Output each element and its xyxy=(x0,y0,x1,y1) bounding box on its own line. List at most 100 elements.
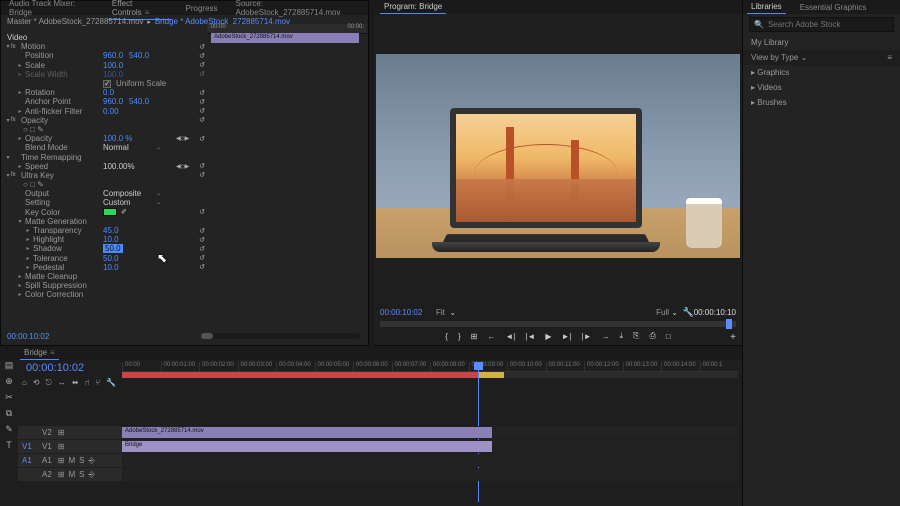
settings-icon[interactable]: 🔧 xyxy=(683,307,694,318)
track-header-v2[interactable]: V2⊞ xyxy=(18,426,122,439)
prop-scale-width: Scale Width xyxy=(23,70,68,79)
timeline-timecode[interactable]: 00:00:10:02 xyxy=(26,362,84,374)
link-icon[interactable]: ⎋ xyxy=(46,378,52,388)
key-color-swatch[interactable] xyxy=(103,208,117,216)
razor-tool-icon[interactable]: ✂ xyxy=(5,392,13,403)
search-input[interactable] xyxy=(768,20,889,29)
cat-brushes[interactable]: ▸ Brushes xyxy=(743,95,900,110)
position-x[interactable]: 960.0 xyxy=(103,51,123,60)
shadow-value[interactable]: 50.0 xyxy=(103,244,123,253)
mask-rect-icon[interactable]: □ xyxy=(30,125,35,134)
program-scrubber[interactable] xyxy=(380,321,736,327)
lift-button[interactable]: ⤓ xyxy=(620,331,624,341)
my-library-item[interactable]: My Library xyxy=(743,35,900,50)
export-frame-button[interactable]: ⎙ xyxy=(649,331,655,341)
marker-span-icon[interactable]: ↔ xyxy=(58,378,66,388)
blend-mode-dropdown[interactable]: Normal xyxy=(103,143,129,152)
program-duration: 00:00:10:10 xyxy=(694,308,736,317)
uniform-scale-checkbox[interactable] xyxy=(103,80,111,88)
mask-ellipse-icon[interactable]: ○ xyxy=(23,180,28,189)
tab-menu-icon[interactable]: ≡ xyxy=(145,8,150,17)
speed-value[interactable]: 100.00% xyxy=(103,162,135,171)
output-dropdown[interactable]: Composite xyxy=(103,189,141,198)
snap-icon[interactable]: ⟲ xyxy=(33,378,40,388)
tolerance-value[interactable]: 50.0 xyxy=(103,254,119,263)
track-toggle-output[interactable]: ⊞ xyxy=(58,442,65,451)
mask-rect-icon[interactable]: □ xyxy=(30,180,35,189)
button-editor-icon[interactable]: + xyxy=(730,332,736,343)
program-timecode[interactable]: 00:00:10:02 xyxy=(380,308,422,317)
clip-v2[interactable]: AdobeStock_272885714.mov xyxy=(122,427,492,438)
zoom-fit-dropdown[interactable]: Fit ⌄ xyxy=(436,308,456,317)
next-frame-button[interactable]: ►| xyxy=(562,332,572,341)
slip-tool-icon[interactable]: ⧉ xyxy=(6,408,12,419)
group-matte-cleanup[interactable]: Matte Cleanup xyxy=(23,272,77,281)
pedestal-value[interactable]: 10.0 xyxy=(103,263,119,272)
add-marker-button[interactable]: ⊞ xyxy=(471,332,478,341)
mark-out-button[interactable]: } xyxy=(458,332,461,341)
fx-ultra-key[interactable]: Ultra Key xyxy=(19,171,54,180)
step-fwd-button[interactable]: |► xyxy=(582,332,592,341)
selection-tool-icon[interactable]: ▤ xyxy=(5,360,14,371)
pen-tool-icon[interactable]: ✎ xyxy=(5,424,13,435)
mask-pen-icon[interactable]: ✎ xyxy=(37,125,44,134)
cat-graphics[interactable]: ▸ Graphics xyxy=(743,65,900,80)
track-select-tool-icon[interactable]: ⊕ xyxy=(5,376,13,387)
play-button[interactable]: ▶ xyxy=(545,332,551,341)
quality-dropdown[interactable]: Full ⌄ xyxy=(656,308,678,317)
reset-icon[interactable]: ↺ xyxy=(197,43,207,51)
nest-icon[interactable]: ⌂ xyxy=(22,378,27,388)
type-tool-icon[interactable]: T xyxy=(6,440,12,450)
extract-button[interactable]: ⎘ xyxy=(633,331,639,341)
overwrite-icon[interactable]: ⑂ xyxy=(95,378,100,388)
view-by-dropdown[interactable]: View by Type ⌄ xyxy=(751,53,807,62)
tab-progress[interactable]: Progress xyxy=(182,2,222,15)
rotation-value[interactable]: 0.0 xyxy=(103,88,114,97)
track-toggle-output[interactable]: ⊞ xyxy=(58,428,65,437)
track-header-v1[interactable]: V1V1⊞ xyxy=(18,440,122,453)
ripple-icon[interactable]: ⬌ xyxy=(72,378,79,388)
ec-timecode[interactable]: 00:00:10:02 xyxy=(7,332,49,341)
highlight-value[interactable]: 10.0 xyxy=(103,235,119,244)
tab-program[interactable]: Program: Bridge xyxy=(380,0,446,14)
library-search[interactable]: 🔍 xyxy=(749,17,894,32)
group-matte-gen[interactable]: Matte Generation xyxy=(23,217,87,226)
group-color-correction[interactable]: Color Correction xyxy=(23,290,83,299)
mask-pen-icon[interactable]: ✎ xyxy=(37,180,44,189)
mask-ellipse-icon[interactable]: ○ xyxy=(23,125,28,134)
program-viewer[interactable] xyxy=(376,54,740,258)
position-y[interactable]: 540.0 xyxy=(129,51,149,60)
timeline-ruler[interactable]: 00:0000:00:01:0000:00:02:0000:00:03:0000… xyxy=(122,362,738,372)
fx-motion[interactable]: Motion xyxy=(19,42,45,51)
eyedropper-icon[interactable]: ✐ xyxy=(121,208,127,216)
fx-opacity[interactable]: Opacity xyxy=(19,116,48,125)
settings-icon[interactable]: 🔧 xyxy=(106,378,116,388)
antiflicker-value[interactable]: 0.00 xyxy=(103,107,119,116)
goto-out-button[interactable]: → xyxy=(602,332,610,341)
program-playhead[interactable] xyxy=(726,319,732,329)
prev-frame-button[interactable]: |◄ xyxy=(525,332,535,341)
setting-dropdown[interactable]: Custom xyxy=(103,198,131,207)
scale-value[interactable]: 100.0 xyxy=(103,61,123,70)
tab-libraries[interactable]: Libraries xyxy=(747,0,786,14)
transparency-value[interactable]: 45.0 xyxy=(103,226,119,235)
track-header-a1[interactable]: A1A1⊞MS⎆ xyxy=(18,454,122,467)
track-header-a2[interactable]: A2⊞MS⎆ xyxy=(18,468,122,481)
goto-in-button[interactable]: ← xyxy=(487,332,495,341)
anchor-y[interactable]: 540.0 xyxy=(129,97,149,106)
tab-sequence[interactable]: Bridge≡ xyxy=(20,346,59,360)
fx-time-remap[interactable]: Time Remapping xyxy=(19,153,82,162)
clip-v1[interactable]: Bridge xyxy=(122,441,492,452)
step-back-button[interactable]: ◄| xyxy=(505,332,515,341)
opacity-value[interactable]: 100.0 % xyxy=(103,134,132,143)
tab-essential-graphics[interactable]: Essential Graphics xyxy=(796,1,871,14)
mark-in-button[interactable]: { xyxy=(445,332,448,341)
insert-icon[interactable]: ⑁ xyxy=(85,378,90,388)
ec-zoom-scrollbar[interactable] xyxy=(201,333,360,339)
anchor-x[interactable]: 960.0 xyxy=(103,97,123,106)
group-spill[interactable]: Spill Suppression xyxy=(23,281,87,290)
safe-margins-button[interactable]: □ xyxy=(666,332,671,341)
lib-menu-icon[interactable]: ≡ xyxy=(887,53,892,62)
ec-clip-bar[interactable]: AdobeStock_272885714.mov xyxy=(211,33,359,43)
cat-videos[interactable]: ▸ Videos xyxy=(743,80,900,95)
